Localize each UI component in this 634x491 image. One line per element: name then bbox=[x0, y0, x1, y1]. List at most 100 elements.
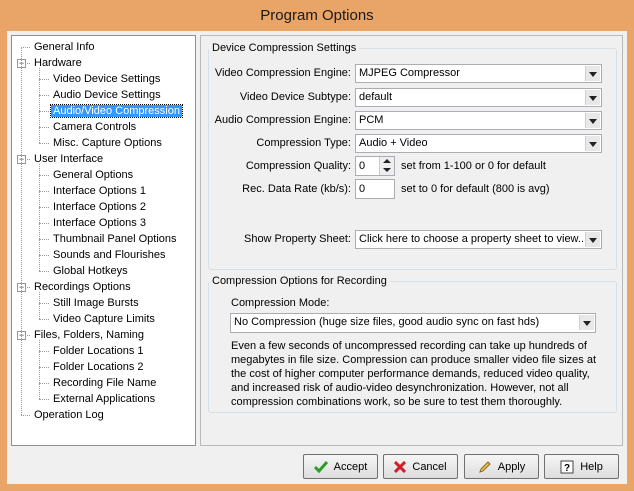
datarate-field[interactable]: 0 bbox=[355, 179, 395, 199]
tree-connector bbox=[39, 79, 49, 80]
tree-connector bbox=[39, 164, 40, 271]
tree-item[interactable]: User Interface bbox=[32, 151, 105, 167]
tree-item-label: Video Capture Limits bbox=[53, 313, 155, 325]
program-options-window: Program Options General Info Hardware − Vid… bbox=[0, 0, 634, 491]
tree-connector bbox=[39, 127, 49, 128]
tree-item-label: Interface Options 1 bbox=[53, 185, 146, 197]
tree-item[interactable]: Camera Controls bbox=[51, 119, 138, 135]
tree-connector bbox=[39, 68, 40, 143]
tree-item[interactable]: Audio/Video Compression bbox=[50, 103, 183, 119]
tree-connector bbox=[39, 207, 49, 208]
tree-item[interactable]: Recording File Name bbox=[51, 375, 158, 391]
tree-item[interactable]: General Info bbox=[32, 39, 97, 55]
datarate-value: 0 bbox=[359, 183, 366, 195]
tree-item-label: Recordings Options bbox=[34, 281, 131, 293]
tree-item[interactable]: Video Capture Limits bbox=[51, 311, 157, 327]
chevron-down-icon[interactable] bbox=[585, 136, 600, 151]
tree-item-label: External Applications bbox=[53, 393, 156, 405]
tree-item-label: User Interface bbox=[34, 153, 104, 165]
quality-value: 0 bbox=[359, 160, 366, 172]
tree-item-label: Operation Log bbox=[34, 409, 104, 421]
tree-connector bbox=[39, 399, 49, 400]
compression-mode-combo[interactable]: No Compression (huge size files, good au… bbox=[230, 313, 596, 333]
tree-item[interactable]: Audio Device Settings bbox=[51, 87, 163, 103]
property-sheet-label: Show Property Sheet: bbox=[243, 233, 351, 245]
tree-item[interactable]: Global Hotkeys bbox=[51, 263, 130, 279]
tree-item[interactable]: General Options bbox=[51, 167, 135, 183]
tree-connector bbox=[21, 47, 30, 48]
property-sheet-combo[interactable]: Click here to choose a property sheet to… bbox=[355, 230, 602, 249]
tree-item[interactable]: Interface Options 2 bbox=[51, 199, 148, 215]
tree-connector bbox=[39, 271, 49, 272]
tree-connector bbox=[39, 303, 49, 304]
cancel-label: Cancel bbox=[412, 460, 447, 473]
video-engine-combo[interactable]: MJPEG Compressor bbox=[355, 64, 602, 83]
tree-item[interactable]: Files, Folders, Naming bbox=[32, 327, 146, 343]
tree-item[interactable]: Still Image Bursts bbox=[51, 295, 141, 311]
tree-item-label: General Info bbox=[34, 41, 95, 53]
tree-item-label: Thumbnail Panel Options bbox=[53, 233, 177, 245]
stepper-buttons bbox=[379, 157, 394, 175]
chevron-down-icon[interactable] bbox=[585, 232, 600, 247]
tree-item[interactable]: Operation Log bbox=[32, 407, 106, 423]
audio-engine-combo[interactable]: PCM bbox=[355, 111, 602, 130]
tree-item-label: Interface Options 2 bbox=[53, 201, 146, 213]
accept-label: Accept bbox=[333, 460, 368, 473]
chevron-down-icon[interactable] bbox=[585, 113, 600, 128]
tree-connector bbox=[39, 191, 49, 192]
cancel-button[interactable]: Cancel bbox=[383, 454, 458, 479]
window-title: Program Options bbox=[260, 7, 374, 24]
tree-connector bbox=[39, 340, 40, 399]
tree-item-label: Sounds and Flourishes bbox=[53, 249, 166, 261]
tree-item[interactable]: Misc. Capture Options bbox=[51, 135, 164, 151]
datarate-hint: set to 0 for default (800 is avg) bbox=[401, 183, 550, 195]
close-icon bbox=[394, 460, 407, 473]
tree-item-label: Audio/Video Compression bbox=[50, 104, 183, 118]
chevron-down-icon[interactable] bbox=[579, 315, 594, 330]
quality-stepper[interactable]: 0 bbox=[355, 156, 395, 176]
tree-connector bbox=[39, 111, 49, 112]
audio-engine-value: PCM bbox=[359, 114, 384, 126]
tree-item[interactable]: Video Device Settings bbox=[51, 71, 162, 87]
tree-item-label: Recording File Name bbox=[53, 377, 157, 389]
settings-panel: Device Compression Settings Video Compre… bbox=[200, 35, 623, 446]
tree-item[interactable]: Folder Locations 1 bbox=[51, 343, 146, 359]
help-label: Help bbox=[580, 460, 603, 473]
compression-mode-value: No Compression (huge size files, good au… bbox=[234, 316, 540, 328]
compression-description: Even a few seconds of uncompressed recor… bbox=[231, 340, 596, 408]
tree-item[interactable]: Interface Options 1 bbox=[51, 183, 148, 199]
tree-item[interactable]: Sounds and Flourishes bbox=[51, 247, 168, 263]
client-area: General Info Hardware − Video Device Settin… bbox=[7, 31, 627, 484]
chevron-down-icon[interactable] bbox=[585, 66, 600, 81]
tree-item-label: Folder Locations 1 bbox=[53, 345, 144, 357]
chevron-down-icon[interactable] bbox=[585, 90, 600, 105]
tree-connector bbox=[39, 143, 49, 144]
video-subtype-value: default bbox=[359, 91, 393, 103]
video-subtype-combo[interactable]: default bbox=[355, 88, 602, 107]
tree-item[interactable]: Interface Options 3 bbox=[51, 215, 148, 231]
compression-mode-label: Compression Mode: bbox=[231, 297, 330, 309]
help-button[interactable]: ? Help bbox=[544, 454, 619, 479]
audio-engine-label: Audio Compression Engine: bbox=[214, 114, 351, 126]
tree-connector bbox=[21, 415, 30, 416]
datarate-label: Rec. Data Rate (kb/s): bbox=[242, 183, 351, 195]
svg-text:?: ? bbox=[564, 463, 570, 474]
recording-compression-legend: Compression Options for Recording bbox=[212, 275, 387, 287]
quality-hint: set from 1-100 or 0 for default bbox=[401, 160, 546, 172]
tree-item-label: Misc. Capture Options bbox=[53, 137, 162, 149]
tree-item[interactable]: Recordings Options bbox=[32, 279, 133, 295]
tree-connector bbox=[39, 255, 49, 256]
stepper-down-icon[interactable] bbox=[380, 166, 394, 175]
compression-type-value: Audio + Video bbox=[359, 137, 428, 149]
property-sheet-value: Click here to choose a property sheet to… bbox=[359, 233, 588, 245]
apply-button[interactable]: Apply bbox=[464, 454, 539, 479]
tree-connector bbox=[21, 47, 22, 415]
compression-type-combo[interactable]: Audio + Video bbox=[355, 134, 602, 153]
compression-type-label: Compression Type: bbox=[256, 137, 351, 149]
tree-item-label: General Options bbox=[53, 169, 134, 181]
tree-item[interactable]: External Applications bbox=[51, 391, 157, 407]
accept-button[interactable]: Accept bbox=[303, 454, 378, 479]
tree-item[interactable]: Folder Locations 2 bbox=[51, 359, 146, 375]
tree-item[interactable]: Thumbnail Panel Options bbox=[51, 231, 179, 247]
options-tree[interactable]: General Info Hardware − Video Device Settin… bbox=[11, 35, 196, 446]
